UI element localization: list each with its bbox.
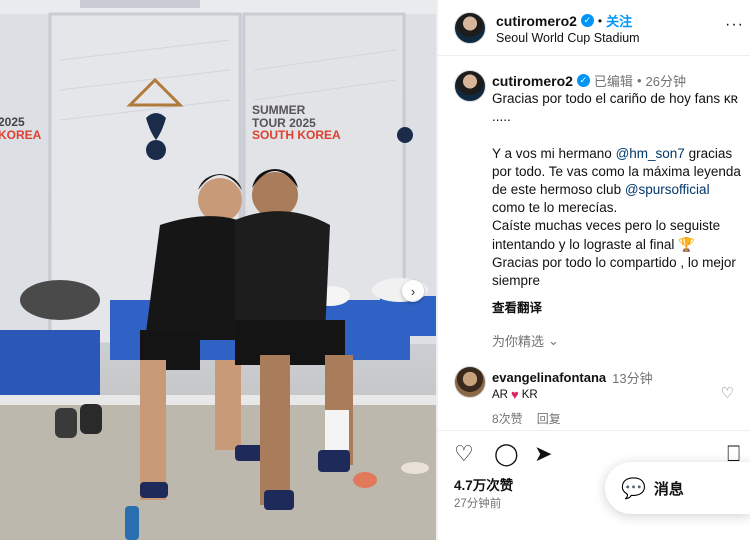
comment-bubble-icon[interactable]: ◯ xyxy=(494,443,519,465)
red-heart-icon: ♥ xyxy=(510,387,519,402)
commenter-avatar[interactable] xyxy=(454,366,486,398)
comment-time: 13分钟 xyxy=(612,371,653,386)
post-time: 27分钟前 xyxy=(454,498,502,510)
messages-button[interactable]: 💬 消息 xyxy=(605,462,750,514)
post-header: cutiromero2 ✓ • 关注 Seoul World Cup Stadi… xyxy=(438,0,750,56)
caption-time: 26分钟 xyxy=(645,74,686,89)
author-username[interactable]: cutiromero2 xyxy=(496,13,577,29)
author-avatar[interactable] xyxy=(454,12,486,44)
likes-count[interactable]: 4.7万次赞 xyxy=(454,474,513,494)
caption-paragraph-4: Gracias por todo lo compartido , lo mejo… xyxy=(492,254,740,289)
messenger-icon: 💬 xyxy=(621,477,646,500)
chevron-down-icon: ⌄ xyxy=(548,332,559,348)
caption-header: cutiromero2 ✓ 已编辑 • 26分钟 xyxy=(492,71,686,90)
more-options-icon[interactable]: ··· xyxy=(725,16,744,34)
reply-button[interactable]: 回复 xyxy=(537,410,561,427)
caption-author-avatar[interactable] xyxy=(454,70,486,102)
comment-header: evangelinafontana 13分钟 xyxy=(492,368,653,387)
comment-text: AR ♥ KR xyxy=(492,387,538,402)
comment-likes[interactable]: 8次赞 xyxy=(492,410,523,427)
mention-hm-son7[interactable]: @hm_son7 xyxy=(616,146,685,161)
post-location[interactable]: Seoul World Cup Stadium xyxy=(496,31,640,45)
separator-dot: • xyxy=(636,73,642,88)
follow-button[interactable]: 关注 xyxy=(606,11,632,30)
messages-label: 消息 xyxy=(653,480,684,498)
caption-paragraph-1: Gracias por todo el cariño de hoy fans ᴋ… xyxy=(492,91,742,125)
post-caption: Gracias por todo el cariño de hoy fans ᴋ… xyxy=(492,90,742,290)
caption-username[interactable]: cutiromero2 xyxy=(492,73,573,89)
caption-paragraph-2: Y a vos mi hermano @hm_son7 gracias por … xyxy=(492,145,745,216)
carousel-next-button[interactable]: › xyxy=(402,280,424,302)
like-heart-icon[interactable]: ♡ xyxy=(454,443,474,465)
verified-badge-icon: ✓ xyxy=(576,74,590,87)
verified-badge-icon: ✓ xyxy=(580,14,594,27)
comment-like-icon[interactable]: ♡ xyxy=(721,384,734,402)
locker-room-scene xyxy=(0,0,436,540)
tour-banner-left: 2025 KOREA xyxy=(0,115,42,142)
tour-banner-center: SUMMER TOUR 2025 SOUTH KOREA xyxy=(252,103,341,143)
share-paper-plane-icon[interactable]: ➤ xyxy=(534,443,552,465)
comment-meta: 8次赞 回复 xyxy=(492,410,561,427)
post-photo[interactable]: 2025 KOREA SUMMER TOUR 2025 SOUTH KOREA … xyxy=(0,0,436,540)
chevron-right-icon: › xyxy=(410,283,416,299)
picked-for-you[interactable]: 为你精选 ⌄ xyxy=(492,331,559,350)
commenter-username[interactable]: evangelinafontana xyxy=(492,370,606,385)
see-translation-link[interactable]: 查看翻译 xyxy=(492,297,542,316)
caption-paragraph-3: Caíste muchas veces pero lo seguiste int… xyxy=(492,218,724,252)
separator-dot: • xyxy=(597,13,603,28)
edited-label: 已编辑 xyxy=(593,74,633,89)
post-details-panel: cutiromero2 ✓ • 关注 Seoul World Cup Stadi… xyxy=(438,0,750,540)
mention-spursofficial[interactable]: @spursofficial xyxy=(625,182,710,197)
